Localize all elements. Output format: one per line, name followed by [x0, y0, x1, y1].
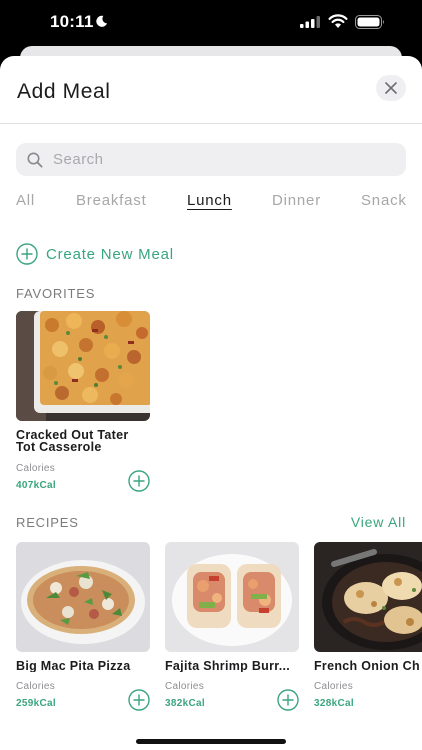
close-button[interactable]: [376, 75, 406, 101]
create-new-meal-label: Create New Meal: [46, 245, 174, 263]
create-new-meal-button[interactable]: Create New Meal: [16, 243, 174, 265]
tab-all[interactable]: All: [16, 192, 35, 209]
status-bar: 10:11: [0, 0, 422, 46]
tab-dinner[interactable]: Dinner: [272, 192, 321, 209]
food-image-pita-pizza: [16, 542, 150, 652]
tab-lunch[interactable]: Lunch: [187, 192, 232, 209]
favorite-card[interactable]: Cracked Out Tater Tot Casserole Calories…: [16, 311, 150, 492]
add-recipe-icon[interactable]: [128, 689, 150, 711]
meal-name: Cracked Out Tater Tot Casserole: [16, 429, 129, 453]
header-divider: [0, 123, 422, 124]
battery-icon: [355, 15, 384, 29]
food-image-fajita-shrimp-burrito: [165, 542, 299, 652]
tab-breakfast[interactable]: Breakfast: [76, 192, 147, 209]
search-icon: [27, 152, 43, 167]
recipes-heading: RECIPES: [16, 515, 79, 530]
search-input[interactable]: [51, 150, 375, 169]
add-meal-sheet: Add Meal All Breakfast Lunch Dinner Snac…: [0, 56, 422, 750]
food-image-tater-tot-casserole: [16, 311, 150, 421]
cellular-signal-icon: [300, 16, 320, 28]
recipe-name: Fajita Shrimp Burr...: [165, 660, 291, 672]
tab-snack[interactable]: Snack: [361, 192, 407, 209]
moon-icon: [96, 15, 108, 27]
sheet-title: Add Meal: [17, 80, 111, 103]
home-indicator: [136, 739, 286, 744]
food-image-french-onion-chicken: [314, 542, 422, 652]
add-recipe-icon[interactable]: [277, 689, 299, 711]
calories-label: Calories: [314, 681, 354, 692]
view-all-link[interactable]: View All: [351, 514, 406, 530]
close-icon: [385, 82, 397, 94]
recipe-card[interactable]: Big Mac Pita Pizza Calories 259kCal: [16, 542, 150, 711]
add-circle-icon: [16, 243, 38, 265]
recipe-name: French Onion Ch: [314, 660, 420, 672]
meal-type-tabs: All Breakfast Lunch Dinner Snack: [0, 192, 422, 216]
wifi-icon: [328, 14, 348, 28]
recipe-card[interactable]: Fajita Shrimp Burr... Calories 382kCal: [165, 542, 299, 711]
favorites-heading: FAVORITES: [16, 286, 96, 301]
search-bar[interactable]: [16, 143, 406, 176]
status-time: 10:11: [50, 12, 94, 31]
recipe-name: Big Mac Pita Pizza: [16, 660, 131, 672]
recipe-card[interactable]: French Onion Ch Calories 328kCal: [314, 542, 422, 709]
calories-value: 328kCal: [314, 698, 354, 709]
add-meal-icon[interactable]: [128, 470, 150, 492]
